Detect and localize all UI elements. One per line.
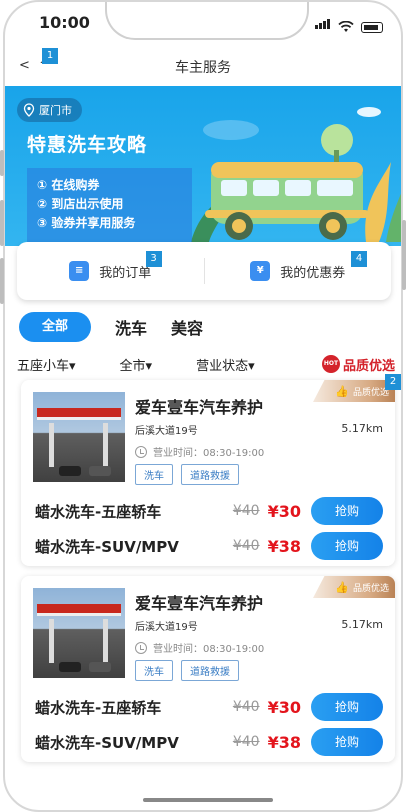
volume-up-button	[0, 200, 4, 246]
quality-ribbon: 👍 品质优选	[313, 576, 395, 598]
tab-beauty[interactable]: 美容	[171, 315, 203, 339]
package-name: 蜡水洗车-五座轿车	[35, 502, 162, 521]
package-row: 蜡水洗车-五座轿车 ¥40 ¥30 抢购	[35, 692, 383, 722]
shop-hours: 营业时间：08:30-19:00	[135, 640, 264, 655]
thumbs-up-icon: 👍	[335, 580, 349, 594]
ribbon-label: 品质优选	[352, 583, 389, 594]
hours-label: 营业时间：08:30-19:00	[153, 644, 265, 655]
buy-button[interactable]: 抢购	[311, 532, 383, 560]
package-row: 蜡水洗车-SUV/MPV ¥40 ¥38 抢购	[35, 531, 383, 561]
service-tag: 道路救援	[181, 464, 239, 485]
city-selector[interactable]: 厦门市	[17, 98, 82, 122]
package-name: 蜡水洗车-SUV/MPV	[35, 537, 179, 556]
nav-bar: < ^ 1 车主服务	[5, 46, 401, 86]
banner-step: ③ 验券并享用服务	[37, 216, 136, 230]
filter-bar: 五座小车▾ 全市▾ 营业状态▾ HOT 品质优选	[17, 352, 395, 376]
shop-distance: 5.17km	[341, 618, 383, 631]
notch	[105, 2, 309, 40]
city-label: 厦门市	[39, 104, 72, 117]
buy-button[interactable]: 抢购	[311, 728, 383, 756]
location-pin-icon	[23, 103, 35, 117]
service-tags: 洗车 道路救援	[135, 464, 239, 485]
quality-ribbon: 👍 品质优选	[313, 380, 395, 402]
volume-down-button	[0, 258, 4, 304]
annotation-badge: 3	[145, 251, 162, 267]
mute-switch	[0, 150, 4, 176]
annotation-badge: 2	[385, 374, 401, 390]
status-time: 10:00	[39, 13, 90, 32]
package-row: 蜡水洗车-五座轿车 ¥40 ¥30 抢购	[35, 496, 383, 526]
shop-address: 后溪大道19号	[135, 622, 198, 633]
ribbon-label: 品质优选	[352, 387, 389, 398]
shop-card[interactable]: 👍 品质优选 爱车壹车汽车养护 后溪大道19号 5.17km 营业时间：08:3…	[21, 576, 395, 762]
buy-button[interactable]: 抢购	[311, 497, 383, 525]
original-price: ¥40	[232, 503, 260, 519]
sale-price: ¥38	[267, 732, 301, 752]
shop-card[interactable]: 👍 品质优选 爱车壹车汽车养护 后溪大道19号 5.17km 营业时间：08:3…	[21, 380, 395, 566]
shop-photo	[33, 588, 125, 678]
shop-name: 爱车壹车汽车养护	[135, 594, 264, 613]
my-coupons-label: 我的优惠券	[280, 265, 346, 281]
banner-step: ② 到店出示使用	[37, 197, 124, 211]
annotation-badge: 4	[351, 251, 367, 267]
filter-area[interactable]: 全市▾	[120, 355, 153, 374]
shop-name: 爱车壹车汽车养护	[135, 398, 264, 417]
sale-price: ¥38	[267, 536, 301, 556]
service-tag: 洗车	[135, 660, 173, 681]
shop-distance: 5.17km	[341, 422, 383, 435]
service-tag: 洗车	[135, 464, 173, 485]
service-tags: 洗车 道路救援	[135, 660, 239, 681]
service-tag: 道路救援	[181, 660, 239, 681]
shop-address: 后溪大道19号	[135, 426, 198, 437]
my-orders-label: 我的订单	[99, 265, 152, 281]
order-icon: ≡	[69, 261, 90, 281]
signal-icon	[315, 14, 331, 33]
promo-banner[interactable]: 厦门市 特惠洗车攻略 ① 在线购券 ② 到店出示使用 ③ 验券并享用服务	[5, 86, 401, 246]
page-title: 车主服务	[175, 60, 231, 76]
tab-car-wash[interactable]: 洗车	[115, 315, 147, 339]
category-tabs: 全部 洗车 美容	[19, 312, 203, 342]
quality-label: 品质优选	[342, 358, 395, 374]
package-row: 蜡水洗车-SUV/MPV ¥40 ¥38 抢购	[35, 727, 383, 757]
quick-actions: ≡ 我的订单 3 ¥ 我的优惠券 4	[17, 242, 391, 300]
coupon-icon: ¥	[250, 261, 271, 281]
my-orders-button[interactable]: ≡ 我的订单 3	[17, 251, 204, 281]
banner-illustration	[191, 107, 401, 242]
shop-photo	[33, 392, 125, 482]
original-price: ¥40	[232, 699, 260, 715]
clock-icon	[135, 641, 147, 654]
clock-icon	[135, 445, 147, 458]
home-indicator	[143, 798, 273, 802]
banner-steps: ① 在线购券 ② 到店出示使用 ③ 验券并享用服务	[27, 168, 192, 246]
buy-button[interactable]: 抢购	[311, 693, 383, 721]
original-price: ¥40	[232, 538, 260, 554]
sale-price: ¥30	[267, 697, 301, 717]
battery-icon	[361, 22, 383, 33]
status-icons	[315, 14, 383, 33]
filter-business-status[interactable]: 营业状态▾	[196, 355, 255, 374]
banner-title: 特惠洗车攻略	[27, 134, 148, 156]
shop-hours: 营业时间：08:30-19:00	[135, 444, 264, 459]
tab-all[interactable]: 全部	[19, 312, 91, 342]
hours-label: 营业时间：08:30-19:00	[153, 448, 265, 459]
package-name: 蜡水洗车-五座轿车	[35, 698, 162, 717]
quality-filter[interactable]: HOT 品质优选	[321, 355, 395, 374]
my-coupons-button[interactable]: ¥ 我的优惠券 4	[205, 251, 392, 281]
hot-icon: HOT	[321, 355, 340, 373]
phone-frame: 10:00 < ^ 1 车主服务 厦门市 特惠洗车攻略 ① 在线购券 ② 到店出…	[3, 0, 403, 812]
wifi-icon	[338, 21, 354, 32]
filter-vehicle-type[interactable]: 五座小车▾	[17, 355, 76, 374]
sale-price: ¥30	[267, 501, 301, 521]
power-button	[402, 220, 406, 290]
thumbs-up-icon: 👍	[335, 384, 349, 398]
package-name: 蜡水洗车-SUV/MPV	[35, 733, 179, 752]
banner-step: ① 在线购券	[37, 178, 100, 192]
original-price: ¥40	[232, 734, 260, 750]
